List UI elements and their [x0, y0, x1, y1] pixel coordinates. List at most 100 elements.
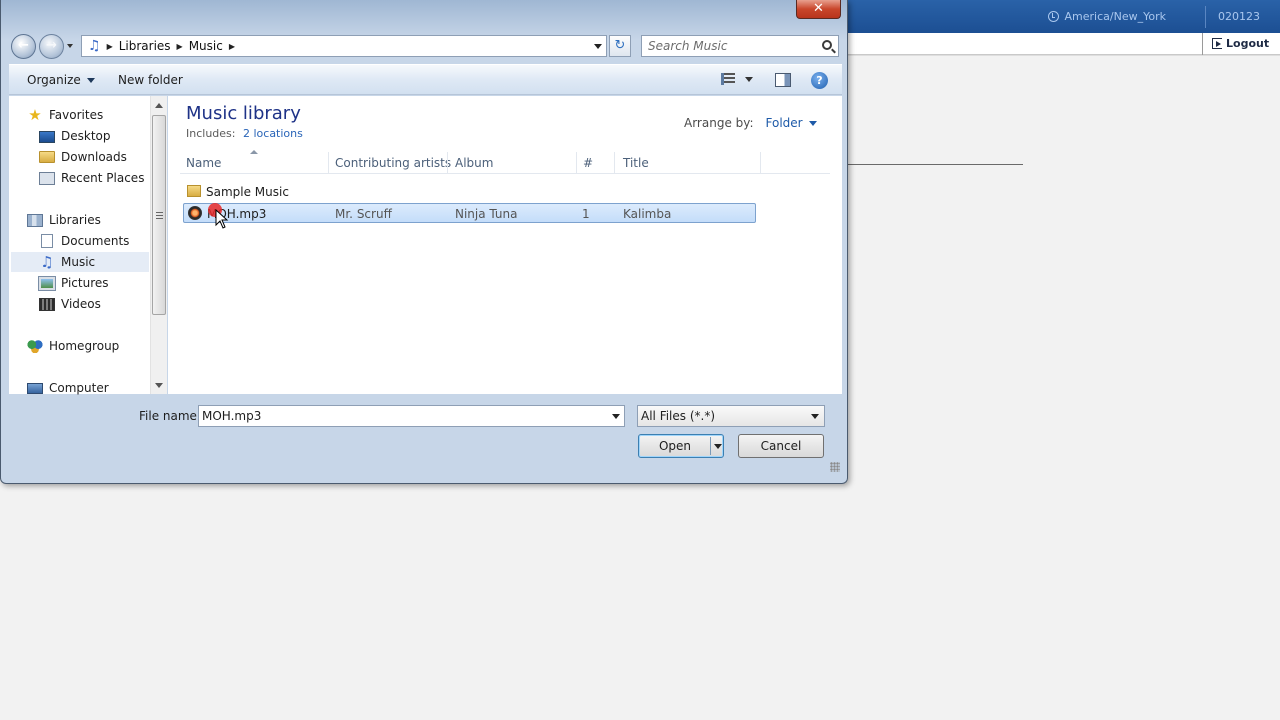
search-box[interactable]: [641, 35, 839, 57]
arrange-by-dropdown[interactable]: Folder: [766, 116, 817, 130]
column-divider[interactable]: [760, 152, 761, 174]
search-icon[interactable]: [822, 40, 832, 50]
subbar-divider: [1202, 33, 1203, 55]
mouse-pointer-icon: [215, 209, 229, 229]
downloads-folder-icon: [39, 151, 55, 163]
breadcrumb-arrow-icon[interactable]: ▶: [229, 42, 235, 51]
locations-link[interactable]: 2 locations: [243, 127, 303, 140]
column-header-album[interactable]: Album: [455, 156, 493, 170]
music-note-icon: ♫: [40, 253, 54, 271]
scroll-down-icon[interactable]: [155, 383, 163, 388]
list-item[interactable]: Sample Music: [183, 182, 756, 202]
arrange-by-label: Arrange by:: [684, 116, 754, 130]
address-bar[interactable]: ♫ ▶ Libraries ▶ Music ▶: [81, 35, 607, 57]
search-input[interactable]: [642, 36, 812, 56]
cancel-button[interactable]: Cancel: [738, 434, 824, 458]
file-name-combobox[interactable]: [198, 405, 625, 427]
computer-icon: [27, 383, 43, 394]
column-divider[interactable]: [576, 152, 577, 174]
organize-menu[interactable]: Organize: [27, 73, 95, 87]
nav-item-favorites[interactable]: ★ Favorites: [27, 105, 167, 125]
column-header-name[interactable]: Name: [186, 156, 221, 170]
new-folder-button[interactable]: New folder: [118, 73, 183, 87]
open-options-dropdown-icon[interactable]: [714, 444, 722, 449]
nav-item-label: Recent Places: [61, 171, 145, 185]
nav-item-label: Libraries: [49, 213, 101, 227]
logout-label: Logout: [1226, 37, 1270, 50]
preview-pane-icon[interactable]: [775, 73, 791, 87]
page-divider: [842, 55, 1280, 56]
file-type-select[interactable]: All Files (*.*): [637, 405, 825, 427]
column-divider[interactable]: [447, 152, 448, 174]
form-underline: [848, 164, 1023, 165]
column-divider[interactable]: [328, 152, 329, 174]
item-album: Ninja Tuna: [455, 207, 518, 221]
nav-item-music[interactable]: ♫ Music: [11, 252, 149, 272]
back-button[interactable]: ←: [11, 34, 36, 59]
close-button[interactable]: ✕: [796, 0, 841, 19]
pictures-icon: [38, 275, 56, 291]
desktop-icon: [39, 131, 55, 143]
nav-item-label: Favorites: [49, 108, 104, 122]
header-divider: [1205, 6, 1206, 28]
star-icon: ★: [28, 106, 42, 124]
libraries-icon: [27, 213, 43, 227]
file-name-input[interactable]: [199, 406, 599, 426]
nav-item-homegroup[interactable]: Homegroup: [27, 336, 167, 356]
help-icon[interactable]: ?: [811, 72, 828, 89]
scrollbar-thumb[interactable]: [152, 115, 166, 315]
column-divider[interactable]: [614, 152, 615, 174]
logout-link[interactable]: Logout: [1212, 37, 1269, 50]
navigation-pane: ★ Favorites Desktop Downloads Recent Pla…: [9, 96, 167, 395]
forward-button[interactable]: →: [39, 34, 64, 59]
open-file-dialog: ✕ ← → ♫ ▶ Libraries ▶ Music ▶ ↻ Organize…: [0, 0, 848, 484]
recent-locations-dropdown-icon[interactable]: [67, 44, 73, 48]
breadcrumb-libraries[interactable]: Libraries: [119, 39, 171, 53]
timezone-label: America/New_York: [1064, 10, 1166, 23]
dialog-titlebar[interactable]: ✕: [1, 0, 849, 30]
refresh-button[interactable]: ↻: [609, 35, 631, 57]
split-divider: [710, 437, 711, 455]
list-item[interactable]: MOH.mp3 Mr. Scruff Ninja Tuna 1 Kalimba: [183, 203, 756, 223]
breadcrumb-music[interactable]: Music: [189, 39, 223, 53]
chevron-down-icon: [811, 414, 819, 419]
file-list-pane: Music library Includes: 2 locations Arra…: [168, 96, 842, 394]
clock-icon: [1047, 11, 1059, 22]
timezone-indicator[interactable]: America/New_York: [1047, 10, 1166, 23]
arrange-by-value: Folder: [765, 116, 803, 130]
resize-grip[interactable]: [830, 462, 840, 472]
homegroup-icon: [27, 339, 43, 353]
breadcrumb-arrow-icon[interactable]: ▶: [177, 42, 183, 51]
nav-pane-scrollbar[interactable]: [150, 96, 167, 394]
nav-item-label: Computer: [49, 381, 109, 395]
logout-icon: [1212, 38, 1222, 49]
documents-icon: [41, 234, 53, 248]
open-button[interactable]: Open: [638, 434, 724, 458]
arrange-by: Arrange by: Folder: [684, 116, 817, 130]
nav-item-label: Pictures: [61, 276, 109, 290]
address-history-dropdown-icon[interactable]: [594, 44, 602, 49]
open-button-label: Open: [658, 439, 692, 453]
nav-item-label: Homegroup: [49, 339, 120, 353]
scroll-up-icon[interactable]: [155, 103, 163, 108]
sort-ascending-icon: [250, 150, 258, 154]
account-id[interactable]: 020123: [1218, 10, 1260, 23]
column-headers: Name Contributing artists Album # Title: [180, 150, 830, 174]
column-header-title[interactable]: Title: [623, 156, 649, 170]
details-view-icon: [721, 73, 735, 85]
column-header-track[interactable]: #: [583, 156, 593, 170]
nav-item-label: Documents: [61, 234, 130, 248]
folder-icon: [187, 185, 201, 197]
item-title: Kalimba: [623, 207, 672, 221]
media-file-icon: [188, 206, 202, 220]
nav-item-label: Music: [61, 255, 96, 269]
chevron-down-icon[interactable]: [612, 414, 620, 419]
breadcrumb-arrow-icon[interactable]: ▶: [107, 42, 113, 51]
nav-item-computer[interactable]: Computer: [27, 378, 167, 398]
column-header-artists[interactable]: Contributing artists: [335, 156, 451, 170]
chevron-down-icon: [745, 76, 753, 82]
item-track: 1: [582, 207, 590, 221]
file-type-value: All Files (*.*): [641, 409, 716, 423]
nav-item-libraries[interactable]: Libraries: [27, 210, 167, 230]
change-view-button[interactable]: [721, 73, 753, 85]
